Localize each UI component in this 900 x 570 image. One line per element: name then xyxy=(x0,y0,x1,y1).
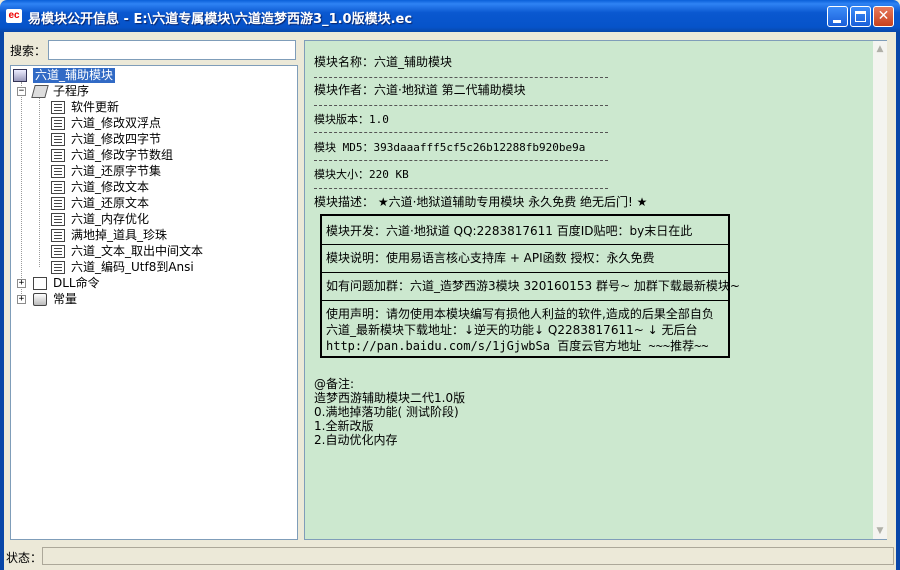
notes-line: 1.全新改版 xyxy=(314,419,374,433)
tree-item-label: 软件更新 xyxy=(71,100,120,114)
maximize-button[interactable] xyxy=(850,6,871,27)
scroll-up-icon[interactable]: ▲ xyxy=(873,41,887,57)
tree-item-label: 满地掉_道具_珍珠 xyxy=(71,228,168,242)
divider xyxy=(314,132,608,133)
notes-line: 造梦西游辅助模块二代1.0版 xyxy=(314,391,466,405)
subprogram-icon xyxy=(51,101,65,114)
scroll-down-icon[interactable]: ▼ xyxy=(873,523,887,539)
subprogram-folder-icon xyxy=(31,85,49,98)
subprogram-icon xyxy=(51,197,65,210)
notes-line: 0.满地掉落功能( 测试阶段) xyxy=(314,405,459,419)
search-label: 搜索： xyxy=(10,44,47,58)
status-label: 状态： xyxy=(6,551,43,565)
title-bar[interactable]: ec 易模块公开信息 - E:\六道专属模块\六道造梦西游3_1.0版模块.ec… xyxy=(0,0,900,32)
divider xyxy=(314,188,608,189)
box-line-description: 模块说明：使用易语言核心支持库 + API函数 授权：永久免费 xyxy=(326,251,655,265)
module-icon xyxy=(13,69,27,82)
subprogram-icon xyxy=(51,213,65,226)
tree-item-label: 六道_内存优化 xyxy=(71,212,150,226)
window-title: 易模块公开信息 - E:\六道专属模块\六道造梦西游3_1.0版模块.ec xyxy=(28,12,413,27)
developer-info-box: 模块开发：六道·地狱道 QQ:2283817611 百度ID贴吧：by末日在此 … xyxy=(320,214,740,358)
window-frame-right xyxy=(896,32,900,570)
expand-icon[interactable]: + xyxy=(17,279,26,288)
minimize-icon xyxy=(833,20,841,23)
close-icon: ✕ xyxy=(877,8,890,24)
box-divider xyxy=(322,300,728,301)
box-divider xyxy=(322,244,728,245)
window-frame-left xyxy=(0,32,4,570)
subprogram-icon xyxy=(51,245,65,258)
minimize-button[interactable] xyxy=(827,6,848,27)
module-size-line: 模块大小：220 KB xyxy=(314,168,409,181)
notes-line: @备注: xyxy=(314,377,355,391)
tree-root-label: 六道_辅助模块 xyxy=(33,68,116,83)
subprogram-icon xyxy=(51,117,65,130)
tree-item-label: 六道_还原文本 xyxy=(71,196,150,210)
subprogram-icon xyxy=(51,133,65,146)
subprogram-icon xyxy=(51,229,65,242)
status-field xyxy=(42,547,894,565)
tree-node-label: DLL命令 xyxy=(53,276,100,290)
subprogram-icon xyxy=(51,165,65,178)
box-divider xyxy=(322,272,728,273)
tree-node-label: 常量 xyxy=(53,292,78,306)
search-input[interactable] xyxy=(48,40,296,60)
subprogram-icon xyxy=(51,181,65,194)
tree-guide-line xyxy=(21,82,22,298)
module-description-line: 模块描述： ★六道·地狱道辅助专用模块 永久免费 绝无后门! ★ xyxy=(314,195,648,209)
subprogram-icon xyxy=(51,261,65,274)
tree-item-label: 六道_修改双浮点 xyxy=(71,116,162,130)
collapse-icon[interactable]: − xyxy=(17,87,26,96)
tree-node-label: 子程序 xyxy=(53,84,90,98)
status-bar: 状态： xyxy=(4,546,896,566)
module-md5-line: 模块 MD5：393daaafff5cf5c26b12288fb920be9a xyxy=(314,141,586,154)
constants-icon xyxy=(33,293,47,306)
dll-icon xyxy=(33,277,47,290)
box-line-disclaimer: 使用声明：请勿使用本模块编写有损他人利益的软件,造成的后果全部自负 xyxy=(326,307,714,321)
divider xyxy=(314,105,608,106)
divider xyxy=(314,160,608,161)
maximize-icon xyxy=(855,11,866,22)
vertical-scrollbar[interactable]: ▲ ▼ xyxy=(873,41,887,539)
box-line-developer: 模块开发：六道·地狱道 QQ:2283817611 百度ID贴吧：by末日在此 xyxy=(326,224,693,238)
tree-item-label: 六道_还原字节集 xyxy=(71,164,162,178)
module-name-line: 模块名称：六道_辅助模块 xyxy=(314,55,453,69)
tree-item-label: 六道_修改文本 xyxy=(71,180,150,194)
app-icon: ec xyxy=(6,9,22,23)
tree-item-label: 六道_编码_Utf8到Ansi xyxy=(71,260,194,274)
expand-icon[interactable]: + xyxy=(17,295,26,304)
divider xyxy=(314,77,608,78)
module-tree[interactable]: 六道_辅助模块 − 子程序 软件更新 六道_修改双浮点 六道_修改四字节 六道_… xyxy=(10,65,298,540)
subprogram-icon xyxy=(51,149,65,162)
tree-item-label: 六道_文本_取出中间文本 xyxy=(71,244,204,258)
box-line-group: 如有问题加群：六道_造梦西游3模块 320160153 群号~ 加群下载最新模块… xyxy=(326,279,740,293)
box-line-url: http://pan.baidu.com/s/1jGjwbSa 百度云官方地址 … xyxy=(326,339,709,353)
tree-item-label: 六道_修改字节数组 xyxy=(71,148,174,162)
notes-line: 2.自动优化内存 xyxy=(314,433,398,447)
tree-item-label: 六道_修改四字节 xyxy=(71,132,162,146)
module-version-line: 模块版本：1.0 xyxy=(314,113,389,126)
close-button[interactable]: ✕ xyxy=(873,6,894,27)
tree-guide-line xyxy=(39,98,40,267)
module-author-line: 模块作者：六道·地狱道 第二代辅助模块 xyxy=(314,83,526,97)
box-line-download: 六道_最新模块下载地址：↓逆天的功能↓ Q2283817611~ ↓ 无后台 xyxy=(326,323,698,337)
module-info-panel[interactable]: 模块名称：六道_辅助模块 模块作者：六道·地狱道 第二代辅助模块 模块版本：1.… xyxy=(304,40,887,540)
